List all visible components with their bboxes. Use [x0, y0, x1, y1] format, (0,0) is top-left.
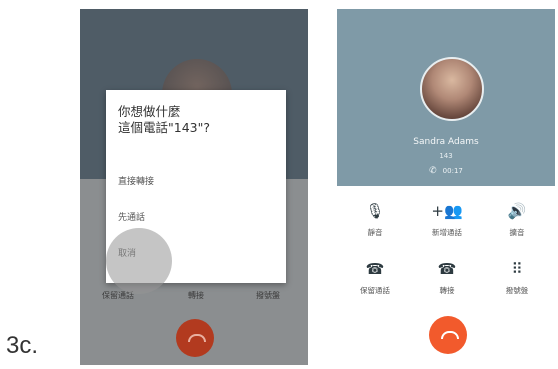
transfer-call-icon: ☎	[437, 260, 457, 278]
call-timer: ✆ 00:17	[337, 166, 555, 176]
left-phone-screen: 保留通話 轉接 撥號盤 你想做什麼 這個電話"143"? 直接轉接 先通話 取消	[80, 9, 308, 365]
dialpad-icon: ⠿	[511, 260, 523, 278]
hold-call-label: 保留通話	[360, 286, 390, 295]
right-phone-screen: Sandra Adams 143 ✆ 00:17 🎙 靜音 +👥 新增通話 🔊 擴…	[337, 9, 555, 365]
call-header: Sandra Adams 143 ✆ 00:17	[337, 9, 555, 186]
end-call-button[interactable]	[429, 316, 467, 354]
touch-ripple	[106, 228, 172, 294]
call-timer-text: 00:17	[442, 167, 463, 175]
hold-call-button[interactable]: ☎ 保留通話	[345, 259, 405, 296]
transfer-label: 轉接	[188, 291, 204, 300]
contact-name: Sandra Adams	[413, 137, 479, 147]
option-talk-first[interactable]: 先通話	[118, 210, 145, 223]
dialog-title: 你想做什麼 這個電話"143"?	[118, 104, 210, 135]
transfer-call-button[interactable]: ☎ 轉接	[417, 259, 477, 296]
speaker-label: 擴音	[509, 228, 525, 237]
add-call-icon: +👥	[431, 202, 463, 220]
speaker-button[interactable]: 🔊 擴音	[487, 201, 547, 238]
dialpad-label: 撥號盤	[505, 286, 529, 295]
transfer-label: 轉接	[439, 286, 455, 295]
dialpad-label: 撥號盤	[256, 291, 280, 300]
end-call-button[interactable]	[176, 319, 214, 357]
mute-label: 靜音	[367, 228, 383, 237]
speaker-icon: 🔊	[507, 202, 527, 220]
add-call-label: 新增通話	[432, 228, 462, 237]
option-direct-transfer[interactable]: 直接轉接	[118, 174, 154, 187]
mic-off-icon: 🎙	[365, 202, 385, 220]
mute-button[interactable]: 🎙 靜音	[345, 201, 405, 238]
add-call-button[interactable]: +👥 新增通話	[417, 201, 477, 238]
hold-call-icon: ☎	[365, 260, 385, 278]
avatar	[420, 57, 484, 121]
call-status-icon: ✆	[429, 166, 437, 176]
dialpad-button[interactable]: ⠿ 撥號盤	[487, 259, 547, 296]
figure-label: 3c.	[6, 332, 39, 359]
contact-number: 143	[439, 152, 453, 160]
